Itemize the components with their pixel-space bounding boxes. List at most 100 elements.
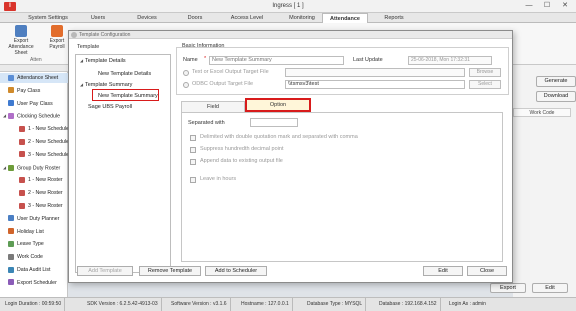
tab-monitoring[interactable]: Monitoring	[280, 13, 324, 23]
status-database-type: Database Type : MYSQL	[304, 298, 367, 311]
nav-item-label: 3 - New Roster	[28, 203, 63, 209]
nav-item-label: 3 - New Schedule	[28, 151, 68, 158]
nav-item-3-new-roster[interactable]: 3 - New Roster	[0, 201, 68, 211]
nav-item-label: 2 - New Roster	[28, 190, 63, 197]
nav-item-icon	[19, 177, 25, 184]
nav-item-label: 2 - New Schedule	[28, 139, 68, 145]
nav-item-label: 1 - New Roster	[28, 177, 63, 184]
status-login-as: Login As : admin	[449, 301, 486, 307]
nav-item-icon	[8, 87, 14, 94]
tab-system-settings[interactable]: System Settings	[12, 13, 84, 23]
tab-doors[interactable]: Doors	[180, 13, 210, 23]
template-tree: ◢ Template Details New Template Details ◢…	[75, 54, 171, 273]
maximize-button[interactable]: ☐	[538, 0, 556, 12]
spreadsheet-icon	[15, 25, 27, 37]
text-excel-output-input[interactable]	[285, 68, 465, 77]
close-window-button[interactable]: ✕	[556, 0, 574, 12]
nav-item-1-new-roster[interactable]: 1 - New Roster	[0, 175, 68, 185]
tab-attendance[interactable]: Attendance	[322, 13, 368, 23]
app-title: Ingress [ 1 ]	[272, 3, 304, 9]
tab-option[interactable]: Option	[245, 98, 311, 112]
status-sdk-version: SDK Version : 6.2.5.42-4913-03	[84, 298, 162, 311]
nav-item-user-duty-planner[interactable]: User Duty Planner	[0, 214, 68, 224]
select-button[interactable]: Select	[469, 80, 501, 89]
required-asterisk: *	[204, 56, 207, 62]
background-right-panel: Generate Download	[513, 65, 576, 297]
name-label: Name	[183, 57, 198, 63]
export-attendance-sheet-button[interactable]: Export Attendance Sheet	[3, 25, 39, 56]
tree-sage-ubs-payroll[interactable]: Sage UBS Payroll	[88, 104, 132, 110]
export-payroll-button[interactable]: Export Payroll	[46, 25, 68, 50]
nav-item-icon	[8, 253, 14, 260]
nav-panel-header	[0, 65, 68, 72]
nav-item-1-new-schedule[interactable]: 1 - New Schedule	[0, 124, 68, 134]
nav-item-label: Leave Type	[17, 241, 44, 248]
nav-item-icon	[8, 113, 14, 120]
odbc-output-input[interactable]: \\tsmsv3\test	[285, 80, 465, 89]
nav-item-user-pay-class[interactable]: User Pay Class	[0, 99, 68, 109]
main-menu-tabs: System Settings Users Devices Doors Acce…	[0, 13, 576, 23]
download-button[interactable]: Download	[536, 91, 576, 102]
remove-template-button[interactable]: Remove Template	[139, 266, 201, 276]
separated-with-label: Separated with	[188, 120, 225, 126]
payroll-icon	[51, 25, 63, 37]
nav-item-label: Export Scheduler	[17, 279, 57, 286]
add-to-scheduler-button[interactable]: Add to Scheduler	[205, 266, 267, 276]
tab-field[interactable]: Field	[181, 101, 245, 112]
nav-item-2-new-schedule[interactable]: 2 - New Schedule	[0, 137, 68, 147]
nav-item-export-scheduler[interactable]: Export Scheduler	[0, 278, 68, 288]
nav-item-group-duty-roster[interactable]: ◢ Group Duty Roster	[0, 163, 68, 173]
tree-template-summary[interactable]: ◢ Template Summary	[80, 82, 132, 88]
nav-item-label: Work Code	[17, 254, 43, 261]
tree-new-template-details[interactable]: New Template Details	[98, 71, 151, 77]
leave-in-hours-checkbox[interactable]	[190, 177, 196, 183]
nav-item-holiday-list[interactable]: Holiday List	[0, 227, 68, 237]
template-section-title: Template	[77, 44, 100, 50]
nav-item-label: Clocking Schedule	[17, 113, 60, 120]
nav-item-icon	[19, 125, 25, 132]
work-code-column-header[interactable]: Work Code	[513, 108, 571, 117]
add-template-button[interactable]: Add Template	[77, 266, 133, 276]
append-data-checkbox[interactable]	[190, 159, 196, 165]
suppress-decimal-checkbox[interactable]	[190, 147, 196, 153]
nav-item-icon	[19, 189, 25, 196]
edit-background-button[interactable]: Edit	[532, 283, 568, 293]
append-data-label: Append data to existing output file	[200, 158, 283, 164]
edit-button[interactable]: Edit	[423, 266, 463, 276]
nav-item-data-audit-list[interactable]: Data Audit List	[0, 265, 68, 275]
close-button[interactable]: Close	[467, 266, 507, 276]
separated-with-input[interactable]	[250, 118, 298, 127]
nav-item-icon	[8, 241, 14, 248]
tab-devices[interactable]: Devices	[130, 13, 164, 23]
status-software-version: Software Version : v3.1.6	[168, 298, 231, 311]
suppress-decimal-label: Suppress hundredth decimal point	[200, 146, 284, 152]
browse-button[interactable]: Browse	[469, 68, 501, 77]
nav-item-work-code[interactable]: Work Code	[0, 252, 68, 262]
export-button[interactable]: Export	[490, 283, 526, 293]
status-database: Database : 192.168.4.152	[376, 298, 441, 311]
nav-item-leave-type[interactable]: Leave Type	[0, 239, 68, 249]
nav-item-icon	[8, 100, 14, 107]
nav-item-icon	[8, 266, 14, 273]
nav-item-2-new-roster[interactable]: 2 - New Roster	[0, 188, 68, 198]
nav-item-clocking-schedule[interactable]: ◢ Clocking Schedule	[0, 111, 68, 121]
tab-reports[interactable]: Reports	[374, 13, 414, 23]
tab-access-level[interactable]: Access Level	[224, 13, 270, 23]
app-titlebar: I Ingress [ 1 ] — ☐ ✕	[0, 0, 576, 13]
nav-item-label: Holiday List	[17, 228, 44, 235]
ribbon-group-label: Atten	[30, 57, 42, 63]
tab-users[interactable]: Users	[84, 13, 112, 23]
nav-item-label: 1 - New Schedule	[28, 126, 68, 133]
odbc-output-radio[interactable]	[183, 82, 189, 88]
tree-template-details[interactable]: ◢ Template Details	[80, 58, 126, 64]
text-excel-output-radio[interactable]	[183, 70, 189, 76]
name-input[interactable]: New Template Summary	[209, 56, 344, 65]
nav-item-attendance-sheet[interactable]: Attendance Sheet	[0, 73, 68, 83]
delimited-checkbox[interactable]	[190, 135, 196, 141]
nav-item-3-new-schedule[interactable]: 3 - New Schedule	[0, 150, 68, 160]
dialog-app-icon	[71, 32, 77, 38]
generate-button[interactable]: Generate	[536, 76, 576, 87]
minimize-button[interactable]: —	[520, 0, 538, 12]
nav-item-pay-class[interactable]: Pay Class	[0, 86, 68, 96]
status-bar: Login Duration : 00:59:50 SDK Version : …	[0, 297, 576, 311]
